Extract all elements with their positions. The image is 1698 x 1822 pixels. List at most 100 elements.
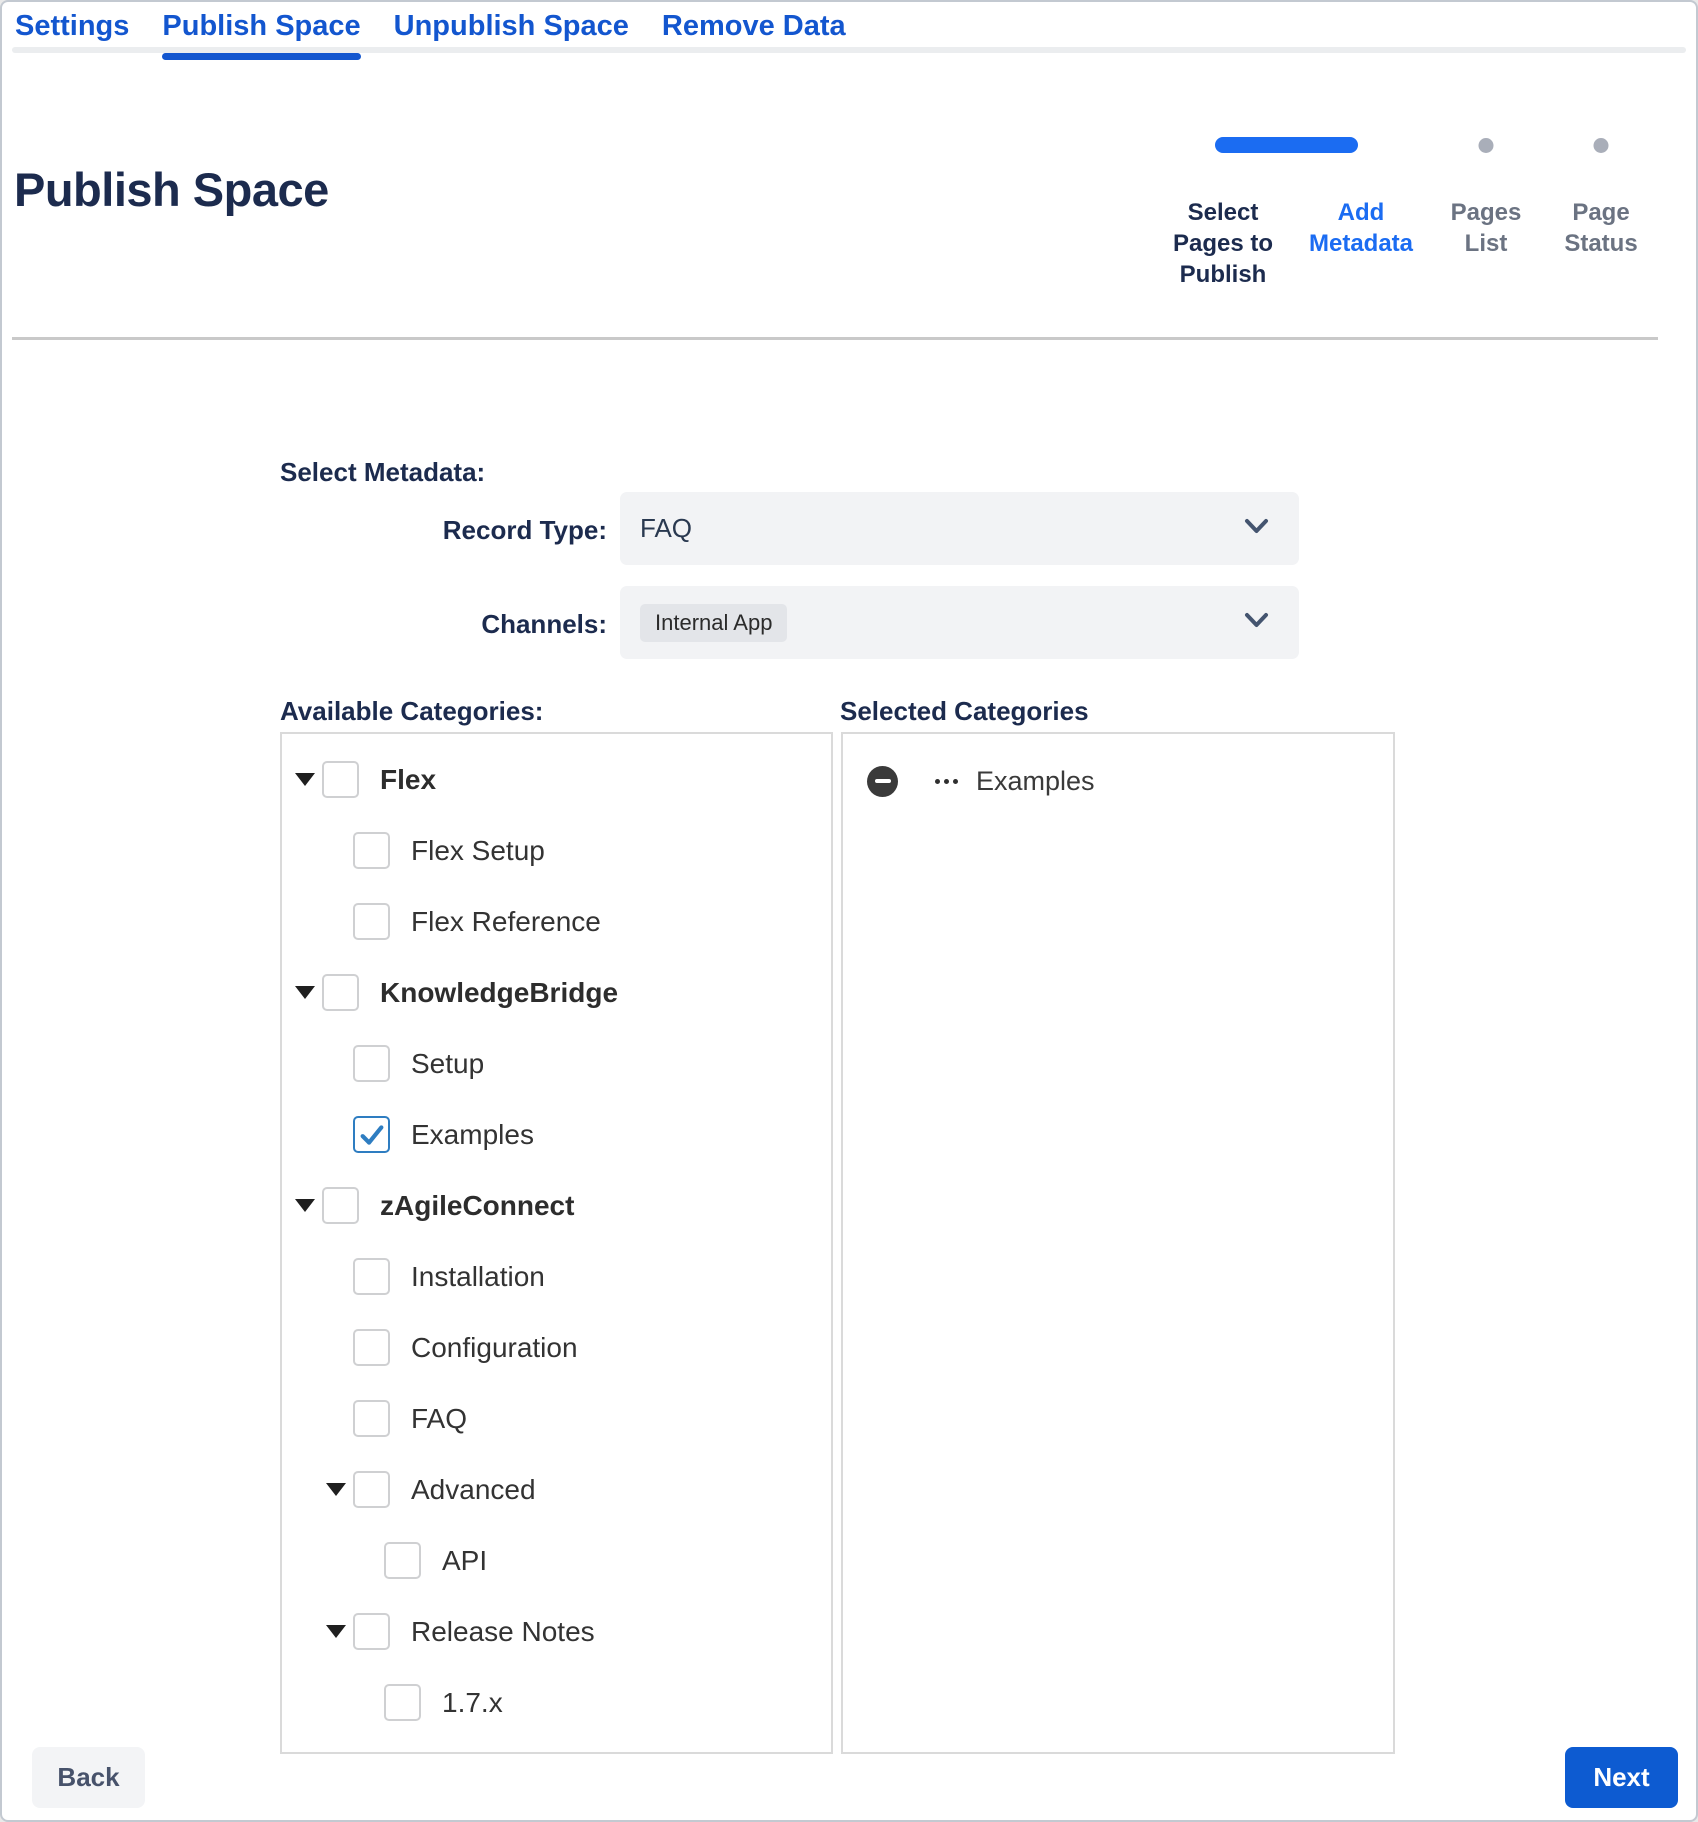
step-indicator (1162, 137, 1284, 153)
step-dot-icon (1594, 138, 1609, 153)
step-label: Select Pages to Publish (1162, 197, 1284, 290)
step-page-status: Page Status (1546, 137, 1656, 290)
category-row: Flex (282, 744, 831, 815)
category-checkbox[interactable] (353, 832, 390, 869)
publish-space-page: Settings Publish Space Unpublish Space R… (0, 0, 1698, 1822)
category-checkbox[interactable] (353, 1329, 390, 1366)
collapse-triangle-icon[interactable] (295, 986, 315, 999)
category-label: 1.7.x (442, 1687, 503, 1719)
collapse-toggle (318, 1412, 353, 1425)
selected-categories-list: Examples (867, 756, 1393, 806)
category-label: Installation (411, 1261, 545, 1293)
category-checkbox[interactable] (353, 903, 390, 940)
header-divider (12, 337, 1658, 340)
collapse-toggle (318, 1128, 353, 1141)
collapse-toggle (318, 1625, 353, 1638)
collapse-toggle (287, 773, 322, 786)
back-button[interactable]: Back (32, 1747, 145, 1808)
remove-item-button[interactable] (867, 766, 898, 797)
category-checkbox[interactable] (322, 761, 359, 798)
tab-remove-data[interactable]: Remove Data (662, 10, 846, 57)
category-row: API (282, 1525, 831, 1596)
step-add-metadata: Add Metadata (1296, 137, 1426, 290)
tab-unpublish-space[interactable]: Unpublish Space (394, 10, 629, 57)
channels-select[interactable]: Internal App (620, 586, 1299, 659)
category-checkbox[interactable] (353, 1400, 390, 1437)
category-row: Flex Reference (282, 886, 831, 957)
collapse-toggle (287, 1199, 322, 1212)
step-indicator (1438, 137, 1534, 153)
category-checkbox[interactable] (353, 1045, 390, 1082)
available-categories-tree: Flex Flex Setup Flex Reference Knowledge… (282, 744, 831, 1738)
record-type-select[interactable]: FAQ (620, 492, 1299, 565)
category-label: Release Notes (411, 1616, 595, 1648)
tab-publish-space[interactable]: Publish Space (162, 10, 360, 57)
step-dot-icon (1479, 138, 1494, 153)
category-row: Setup (282, 1028, 831, 1099)
category-label: Setup (411, 1048, 484, 1080)
step-label: Add Metadata (1296, 197, 1426, 259)
category-checkbox[interactable] (353, 1471, 390, 1508)
category-label: KnowledgeBridge (380, 977, 618, 1009)
category-checkbox[interactable] (322, 974, 359, 1011)
category-row: Flex Setup (282, 815, 831, 886)
category-row: Advanced (282, 1454, 831, 1525)
category-checkbox[interactable] (322, 1187, 359, 1224)
category-row: zAgileConnect (282, 1170, 831, 1241)
selected-categories-heading: Selected Categories (840, 696, 1089, 727)
collapse-triangle-icon[interactable] (295, 773, 315, 786)
next-button[interactable]: Next (1565, 1747, 1678, 1808)
record-type-label: Record Type: (280, 515, 607, 546)
category-checkbox[interactable] (353, 1613, 390, 1650)
category-label: FAQ (411, 1403, 467, 1435)
category-row: Examples (282, 1099, 831, 1170)
category-checkbox[interactable] (353, 1116, 390, 1153)
category-label: Flex Setup (411, 835, 545, 867)
category-label: Flex Reference (411, 906, 601, 938)
step-pages-list: Pages List (1438, 137, 1534, 290)
collapse-toggle (318, 1341, 353, 1354)
collapse-triangle-icon[interactable] (326, 1483, 346, 1496)
collapse-toggle (318, 915, 353, 928)
category-row: Installation (282, 1241, 831, 1312)
category-label: API (442, 1545, 487, 1577)
selected-categories-panel: Examples (841, 732, 1395, 1754)
drag-handle-icon[interactable] (935, 779, 958, 784)
collapse-toggle (349, 1696, 384, 1709)
wizard-stepper: Select Pages to Publish Add Metadata Pag… (1162, 137, 1656, 290)
channel-tag: Internal App (640, 604, 787, 642)
chevron-down-icon (1244, 518, 1269, 540)
category-label: Configuration (411, 1332, 578, 1364)
step-label: Pages List (1438, 197, 1534, 259)
collapse-toggle (287, 986, 322, 999)
admin-tabs: Settings Publish Space Unpublish Space R… (15, 10, 846, 57)
category-row: KnowledgeBridge (282, 957, 831, 1028)
category-label: zAgileConnect (380, 1190, 574, 1222)
selected-item-row: Examples (867, 756, 1393, 806)
checkmark-icon (358, 1121, 386, 1149)
step-indicator (1296, 137, 1426, 153)
category-checkbox[interactable] (353, 1258, 390, 1295)
category-checkbox[interactable] (384, 1542, 421, 1579)
category-label: Advanced (411, 1474, 536, 1506)
channels-label: Channels: (280, 609, 607, 640)
step-indicator (1546, 137, 1656, 153)
selected-item-label: Examples (976, 766, 1095, 797)
available-categories-panel: Flex Flex Setup Flex Reference Knowledge… (280, 732, 833, 1754)
page-title: Publish Space (14, 162, 329, 217)
category-row: FAQ (282, 1383, 831, 1454)
tab-settings[interactable]: Settings (15, 10, 129, 57)
chevron-down-icon (1244, 612, 1269, 634)
available-categories-heading: Available Categories: (280, 696, 543, 727)
category-row: Release Notes (282, 1596, 831, 1667)
record-type-value: FAQ (640, 513, 692, 544)
collapse-triangle-icon[interactable] (326, 1625, 346, 1638)
category-checkbox[interactable] (384, 1684, 421, 1721)
category-label: Examples (411, 1119, 534, 1151)
collapse-toggle (318, 1483, 353, 1496)
collapse-toggle (318, 1057, 353, 1070)
collapse-toggle (318, 844, 353, 857)
collapse-triangle-icon[interactable] (295, 1199, 315, 1212)
step-select-pages: Select Pages to Publish (1162, 137, 1284, 290)
collapse-toggle (318, 1270, 353, 1283)
